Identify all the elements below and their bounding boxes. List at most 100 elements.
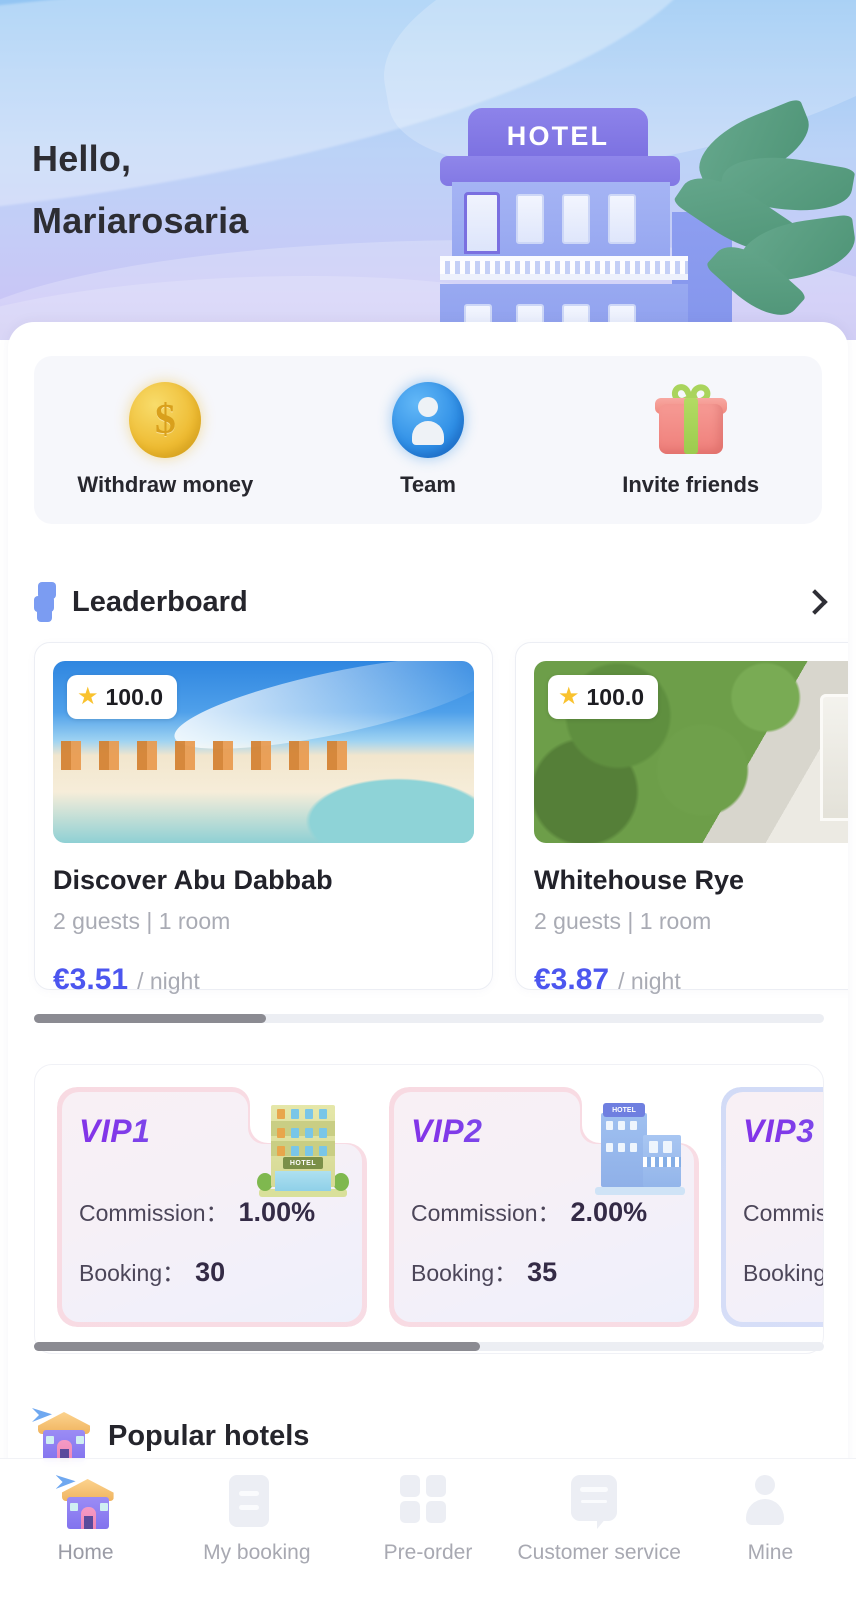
quick-action-label: Team [400, 472, 456, 497]
vip-booking-row: Booking： 30 [79, 1254, 367, 1288]
tab-label: My booking [203, 1541, 311, 1564]
hotel-card[interactable]: ★ 100.0 Discover Abu Dabbab 2 guests | 1… [34, 642, 493, 996]
hotel-meta: 2 guests | 1 room [53, 908, 231, 934]
vip-booking-value: 35 [527, 1257, 558, 1287]
rating-value: 100.0 [586, 683, 645, 710]
vip-commission-row: Commission： 1.00% [79, 1194, 367, 1228]
hotel-card[interactable]: ★ 100.0 Whitehouse Rye 2 guests | 1 room… [515, 642, 848, 996]
hotel-price: €3.87 [534, 963, 610, 996]
popular-hotels-header: Popular hotels [32, 1408, 310, 1464]
vip-tier-panel: HOTEL VIP1 Commission： 1.00% Booking： 30 [34, 1064, 824, 1354]
coin-icon-glyph: $ [154, 397, 176, 443]
gift-icon [653, 380, 729, 458]
hotel-name: Whitehouse Rye [534, 865, 745, 895]
vip-booking-label: Booking： [743, 1260, 823, 1286]
rating-badge: ★ 100.0 [548, 675, 659, 719]
rating-badge: ★ 100.0 [67, 675, 178, 719]
tab-pre-order[interactable]: Pre-order [342, 1475, 513, 1567]
hotel-door [464, 192, 500, 254]
hotel-price-unit: / night [137, 968, 200, 994]
hotel-meta: 2 guests | 1 room [534, 908, 712, 934]
vip-card[interactable]: HOTEL VIP1 Commission： 1.00% Booking： 30 [57, 1087, 367, 1327]
bottom-tab-bar: Home My booking Pre-order Customer servi… [0, 1458, 856, 1608]
hotel-card-image: ★ 100.0 [53, 661, 474, 843]
leaderboard-card-list[interactable]: ★ 100.0 Discover Abu Dabbab 2 guests | 1… [34, 642, 848, 996]
chevron-right-icon[interactable] [802, 589, 828, 615]
hotel-window [562, 194, 590, 244]
hotel-price-row: €3.87 / night [534, 963, 848, 997]
hotel-sign-text: HOTEL [506, 120, 610, 151]
tab-label: Mine [747, 1541, 794, 1564]
hotel-window [516, 194, 544, 244]
vip-tier-label: VIP3 [743, 1113, 823, 1150]
tab-mine[interactable]: Mine [685, 1475, 856, 1567]
vip-commission-value: 1.00% [238, 1197, 316, 1227]
house-icon [55, 1475, 118, 1531]
hotel-price-row: €3.51 / night [53, 963, 474, 997]
tab-home[interactable]: Home [0, 1475, 171, 1567]
quick-action-team[interactable]: Team [297, 382, 560, 498]
hotel-price: €3.51 [53, 963, 129, 996]
palm-tree-illustration [664, 97, 856, 331]
rating-value: 100.0 [105, 683, 164, 710]
greeting-line-2: Mariarosaria [32, 199, 249, 241]
quick-actions-panel: $ Withdraw money Team Invite friends [34, 356, 822, 524]
quick-action-label: Invite friends [622, 472, 760, 497]
vip-tier-label: VIP2 [411, 1113, 699, 1150]
tab-label: Customer service [517, 1541, 681, 1564]
tab-icon-wrapper [400, 1475, 456, 1531]
vip-commission-label: Commission： [411, 1200, 561, 1226]
vip-scrollbar[interactable] [34, 1342, 824, 1351]
vip-commission-row: Commission： 2.00% [411, 1194, 699, 1228]
vip-card[interactable]: HOTEL VIP2 Commission： 2.00% Booking： 35 [389, 1087, 699, 1327]
scrollbar-thumb[interactable] [34, 1014, 266, 1023]
tab-my-booking[interactable]: My booking [171, 1475, 342, 1567]
vip1-hotel-sign-text: HOTEL [283, 1157, 323, 1169]
vip-card[interactable]: VIP3 Commission： Booking： [721, 1087, 823, 1327]
leaderboard-title: Leaderboard [72, 585, 248, 618]
tab-label: Home [57, 1541, 114, 1564]
grid-icon [400, 1475, 448, 1523]
vip-booking-row: Booking： [743, 1254, 823, 1288]
greeting-text: Hello, Mariarosaria [32, 128, 249, 252]
lightning-bolt-icon [34, 582, 60, 622]
leaderboard-header: Leaderboard [34, 580, 828, 624]
star-icon: ★ [77, 683, 99, 710]
tab-icon-wrapper [228, 1475, 285, 1531]
leaderboard-scrollbar[interactable] [34, 1014, 824, 1023]
coin-icon: $ [129, 382, 202, 458]
booking-list-icon [228, 1475, 269, 1527]
star-icon: ★ [558, 683, 580, 710]
hotel-balcony [440, 256, 688, 280]
quick-action-withdraw-money[interactable]: $ Withdraw money [34, 382, 297, 498]
vip-tier-label: VIP1 [79, 1113, 367, 1150]
scrollbar-thumb[interactable] [34, 1342, 480, 1351]
chat-bubble-icon [571, 1475, 618, 1529]
tab-label: Pre-order [383, 1541, 473, 1564]
vip-commission-value: 2.00% [570, 1197, 648, 1227]
user-icon [742, 1475, 788, 1525]
vip-commission-label: Commission： [743, 1200, 823, 1226]
quick-action-invite-friends[interactable]: Invite friends [559, 380, 822, 498]
popular-hotels-title: Popular hotels [108, 1419, 310, 1452]
hotel-price-unit: / night [618, 968, 681, 994]
hero-header: Hello, Mariarosaria HOTEL [0, 0, 856, 340]
hotel-window [608, 194, 636, 244]
vip-booking-label: Booking： [79, 1260, 186, 1286]
hotel-card-image: ★ 100.0 [534, 661, 848, 843]
hotel-name: Discover Abu Dabbab [53, 865, 333, 895]
tab-customer-service[interactable]: Customer service [514, 1475, 685, 1567]
vip-booking-value: 30 [195, 1257, 226, 1287]
vip-booking-label: Booking： [411, 1260, 518, 1286]
vip-card-list[interactable]: HOTEL VIP1 Commission： 1.00% Booking： 30 [57, 1087, 823, 1327]
quick-action-label: Withdraw money [77, 472, 254, 497]
tab-icon-wrapper [571, 1475, 627, 1531]
greeting-line-1: Hello, [32, 138, 132, 179]
house-icon [32, 1408, 94, 1464]
tab-icon-wrapper [742, 1475, 798, 1531]
vip-commission-row: Commission： [743, 1194, 823, 1228]
team-icon [392, 382, 464, 458]
content-sheet: $ Withdraw money Team Invite friends Lea… [8, 322, 848, 1608]
vip-commission-label: Commission： [79, 1200, 229, 1226]
vip-booking-row: Booking： 35 [411, 1254, 699, 1288]
